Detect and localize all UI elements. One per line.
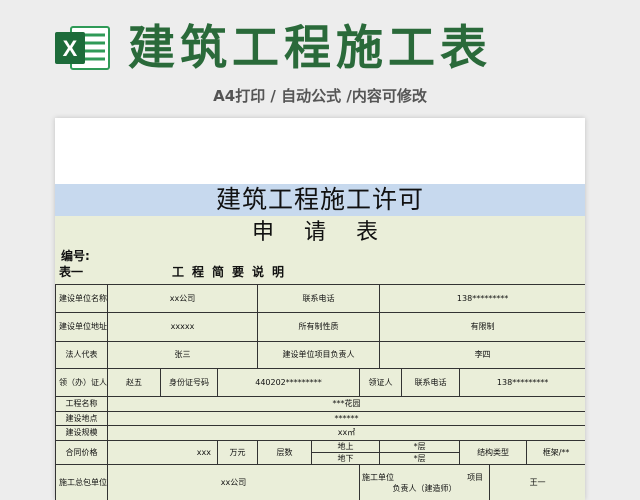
table-row: 建设单位地址 xxxxx 所有制性质 有限制 bbox=[55, 312, 585, 342]
floors-split-values: *层 *层 bbox=[379, 440, 461, 465]
table-row: 建设地点 ****** bbox=[55, 411, 585, 426]
cell-label: 建设规模 bbox=[55, 425, 108, 441]
table-title: 工程简要说明 bbox=[172, 265, 293, 279]
table-row: 合同价格 xxx 万元 层数 地上 地下 *层 *层 结构类型 框架/** bbox=[55, 440, 585, 465]
cell-label: 合同价格 bbox=[55, 440, 108, 465]
table-row: 领（办）证人 赵五 身份证号码 440202********* 领证人 联系电话… bbox=[55, 368, 585, 397]
floors-split-labels: 地上 地下 bbox=[311, 440, 381, 465]
cell-label: 结构类型 bbox=[459, 440, 528, 465]
cell-label: 领证人 bbox=[359, 368, 403, 397]
sheet-heading: 建筑工程施工许可 bbox=[55, 184, 585, 216]
cell-label: 联系电话 bbox=[401, 368, 461, 397]
cell-value[interactable]: 张三 bbox=[106, 341, 259, 369]
above-ground-value[interactable]: *层 bbox=[381, 442, 459, 453]
cell-value[interactable]: 框架/** bbox=[526, 440, 585, 465]
document-sheet: 建筑工程施工许可 申请表 编号: 表一 工程简要说明 建设单位名称 xx公司 联… bbox=[55, 118, 585, 500]
cell-label: 工程名称 bbox=[55, 396, 108, 412]
manager-label-part3: 负责人（建造师） bbox=[392, 483, 457, 493]
cell-value[interactable]: xxxxx bbox=[106, 312, 259, 342]
cell-label: 身份证号码 bbox=[160, 368, 218, 397]
cell-value[interactable]: 138********* bbox=[459, 368, 585, 397]
cell-value[interactable]: ****** bbox=[106, 411, 585, 426]
cell-value[interactable]: 李四 bbox=[379, 341, 585, 369]
cell-label: 联系电话 bbox=[257, 284, 381, 313]
cell-value[interactable]: 赵五 bbox=[107, 368, 161, 397]
table-row: 建设单位名称 xx公司 联系电话 138********* bbox=[55, 284, 585, 313]
table-label: 表一 bbox=[59, 265, 84, 279]
table-row: 建设规模 xx㎡ bbox=[55, 425, 585, 441]
cell-label: 领（办）证人 bbox=[55, 368, 108, 397]
table-row: 施工总包单位 xx公司 施工单位 项目 负责人（建造师） 王一 bbox=[55, 464, 585, 500]
manager-label-cell: 施工单位 项目 负责人（建造师） bbox=[359, 464, 491, 500]
cell-value[interactable]: xxx bbox=[107, 440, 218, 465]
above-ground-label: 地上 bbox=[337, 441, 354, 451]
cell-label: 法人代表 bbox=[55, 341, 108, 369]
cell-value[interactable]: 138********* bbox=[379, 284, 585, 313]
cell-value[interactable]: 王一 bbox=[489, 464, 585, 500]
serial-number-label: 编号: bbox=[61, 249, 90, 263]
cell-value[interactable]: 440202********* bbox=[216, 368, 361, 397]
banner-subtitle: A4打印 / 自动公式 /内容可修改 bbox=[213, 87, 427, 105]
cell-label: 层数 bbox=[257, 440, 313, 465]
cell-label: 建设单位名称 bbox=[55, 284, 108, 313]
cell-value[interactable]: xx㎡ bbox=[106, 425, 585, 441]
excel-logo-icon: X bbox=[55, 26, 110, 70]
manager-label-part1: 施工单位 bbox=[362, 472, 395, 482]
cell-value[interactable]: ***花园 bbox=[106, 396, 585, 412]
cell-label: 所有制性质 bbox=[257, 312, 381, 342]
below-ground-value[interactable]: *层 bbox=[380, 452, 459, 464]
table-row: 工程名称 ***花园 bbox=[55, 396, 585, 412]
cell-value[interactable]: 有限制 bbox=[379, 312, 585, 342]
table-row: 法人代表 张三 建设单位项目负责人 李四 bbox=[55, 341, 585, 369]
manager-label-part2: 项目 bbox=[467, 472, 484, 482]
cell-label: 建设单位地址 bbox=[55, 312, 108, 342]
sheet-subtitle: 申请表 bbox=[251, 220, 408, 245]
logo-letter: X bbox=[63, 36, 78, 61]
cell-label: 施工总包单位 bbox=[55, 464, 108, 500]
cell-label: 建设单位项目负责人 bbox=[257, 341, 381, 369]
banner-title: 建筑工程施工表 bbox=[128, 21, 492, 76]
below-ground-label: 地下 bbox=[312, 452, 379, 464]
cell-value[interactable]: xx公司 bbox=[106, 284, 259, 313]
cell-label: 建设地点 bbox=[55, 411, 108, 426]
cell-value[interactable]: xx公司 bbox=[106, 464, 361, 500]
cell-unit: 万元 bbox=[216, 440, 259, 465]
application-table: 建设单位名称 xx公司 联系电话 138********* 建设单位地址 xxx… bbox=[55, 284, 585, 500]
